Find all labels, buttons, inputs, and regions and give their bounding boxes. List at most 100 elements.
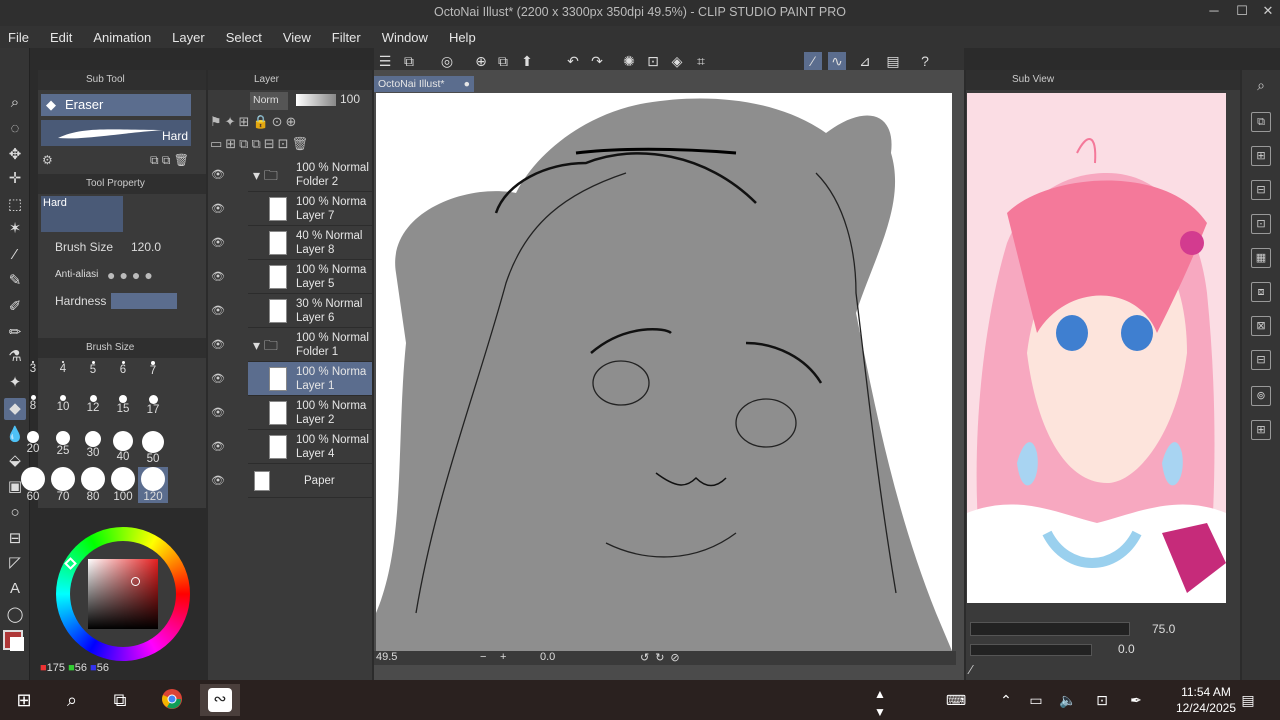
layer-visibility-icon[interactable]: 👁 [211,304,225,318]
decoration-tool-icon[interactable]: ✦ [4,372,26,394]
undo-icon[interactable]: ↶ [564,52,582,70]
layer-row[interactable]: Paper [248,464,372,498]
layer-search-icon[interactable]: ⊚ [1251,386,1271,406]
device-icon[interactable]: ▤ [884,52,902,70]
brush-size-option[interactable]: 5 [78,359,108,376]
selection-tool-icon[interactable]: ⬚ [4,194,26,216]
sub-view-rotation-slider[interactable] [970,644,1092,656]
sub-view-eyedropper-icon[interactable]: ⁄ [970,662,972,677]
sub-color-swatch[interactable] [10,637,24,651]
drawing-canvas[interactable] [376,93,952,651]
layer-action-icons[interactable]: ▭⊞⧉⧉⊟⊡🗑 [210,136,311,152]
operation-tool-icon[interactable]: ◌ [4,118,26,140]
brush-size-option[interactable]: 25 [48,431,78,457]
hardness-row[interactable]: Hardness [41,290,201,312]
network-icon[interactable]: ▭ [1024,688,1048,712]
brush-size-value[interactable]: 120.0 [131,236,161,258]
quick-access-icon[interactable]: ⊠ [1251,316,1271,336]
history-icon[interactable]: ⊡ [1251,214,1271,234]
canvas-zoom-value[interactable]: 49.5 [376,651,397,663]
layer-visibility-icon[interactable]: 👁 [211,338,225,352]
item-bank-icon[interactable]: ⧈ [1251,282,1271,302]
figure-tool-icon[interactable]: ○ [4,502,26,524]
sub-tool-eraser[interactable]: ◆ Eraser [41,94,191,116]
balloon-tool-icon[interactable]: ◯ [4,604,26,626]
move-layer-tool-icon[interactable]: ✥ [4,144,26,166]
help-icon[interactable]: ? [916,52,934,70]
minimize-icon[interactable]: ─ [1204,3,1224,18]
brush-size-option[interactable]: 60 [18,467,48,503]
battery-icon[interactable]: ⊡ [1090,688,1114,712]
sub-view-rotation-value[interactable]: 0.0 [1118,642,1135,656]
menu-animation[interactable]: Animation [93,30,151,45]
clip-studio-taskbar-icon[interactable]: ∾ [200,684,240,716]
system-clock[interactable]: 11:54 AM 12/24/2025 [1176,684,1236,716]
layer-folder-row[interactable]: ▾ 🗀 100 % Normal Folder 2 [248,158,372,192]
layer-row[interactable]: 100 % Norma Layer 7 [248,192,372,226]
canvas-tab[interactable]: OctoNai Illust* ● [374,76,474,92]
zoom-in-icon[interactable]: + [500,651,506,663]
brush-size-option[interactable]: 8 [18,395,48,412]
layer-row[interactable]: 100 % Normal Layer 4 [248,430,372,464]
loading-icon[interactable]: ✺ [620,52,638,70]
brush-size-option[interactable]: 4 [48,359,78,375]
menu-view[interactable]: View [283,30,311,45]
antialias-row[interactable]: Anti-aliasi ●●●● [41,264,201,286]
pen-tool-icon[interactable]: ✎ [4,270,26,292]
menu-icon[interactable]: ☰ [376,52,394,70]
chevron-down-icon[interactable]: ▼ [868,700,892,720]
hardness-slider[interactable] [111,293,177,309]
brush-size-option[interactable]: 70 [48,467,78,503]
brush-size-option[interactable]: 40 [108,431,138,463]
opacity-value[interactable]: 100 [340,92,360,106]
canvas-rotation-value[interactable]: 0.0 [540,651,555,663]
show-hidden-icons[interactable]: ⌃ [994,688,1018,712]
preset-preview[interactable]: Hard [41,196,123,232]
brush-size-option[interactable]: 80 [78,467,108,503]
menu-file[interactable]: File [8,30,29,45]
brush-size-row[interactable]: Brush Size 120.0 [41,236,201,258]
redo-icon[interactable]: ↷ [588,52,606,70]
tab-close-icon[interactable]: ● [464,76,470,92]
layer-visibility-icon[interactable]: 👁 [211,406,225,420]
zoom-out-icon[interactable]: − [480,651,486,663]
layer-row[interactable]: 40 % Normal Layer 8 [248,226,372,260]
pen-menu-icon[interactable]: ✒ [1124,688,1148,712]
brush-size-option[interactable]: 20 [18,431,48,455]
layer-visibility-icon[interactable]: 👁 [211,168,225,182]
brush-size-option[interactable]: 50 [138,431,168,465]
windows-start-icon[interactable]: ⊞ [12,688,36,712]
brush-size-option[interactable]: 6 [108,359,138,376]
task-view-icon[interactable]: ⧉ [108,688,132,712]
brush-tool-icon[interactable]: ✏ [4,322,26,344]
navigator-icon[interactable]: ⧉ [1251,112,1271,132]
onscreen-keyboard-icon[interactable]: ⌨ [944,688,968,712]
close-icon[interactable]: ✕ [1258,3,1278,19]
folder-icon[interactable]: ▾ 🗀 [253,335,278,359]
brush-size-option[interactable]: 30 [78,431,108,459]
search-taskbar-icon[interactable]: ⌕ [60,688,84,712]
brush-size-option[interactable]: 7 [138,359,168,377]
layer-visibility-icon[interactable]: 👁 [211,440,225,454]
brush-size-option[interactable]: 12 [78,395,108,414]
layer-visibility-icon[interactable]: 👁 [211,236,225,250]
transform-icon[interactable]: ⊡ [644,52,662,70]
snap-special-icon[interactable]: ∿ [828,52,846,70]
text-tool-icon[interactable]: A [4,578,26,600]
auto-action-icon[interactable]: ▦ [1251,248,1271,268]
layer-toolbar-icons[interactable]: ⚑✦⊞🔒⊙⊕ [210,114,299,130]
zoom-tool-icon[interactable]: ⌕ [4,92,26,114]
animation-timeline-icon[interactable]: ⊟ [1251,350,1271,370]
fill-command-icon[interactable]: ◈ [668,52,686,70]
layer-row[interactable]: 100 % Norma Layer 1 [248,362,372,396]
menu-select[interactable]: Select [226,30,262,45]
maximize-icon[interactable]: ☐ [1232,3,1252,19]
menu-window[interactable]: Window [382,30,428,45]
blend-mode-select[interactable]: Norm [250,92,288,110]
color-history-icon[interactable]: ⊞ [1251,420,1271,440]
brush-size-option[interactable]: 120 [138,467,168,503]
color-picker-cursor[interactable] [131,577,140,586]
sub-view-reference-image[interactable] [967,93,1226,603]
material-icon[interactable]: ⊟ [1251,180,1271,200]
sub-view-zoom-slider[interactable] [970,622,1130,636]
